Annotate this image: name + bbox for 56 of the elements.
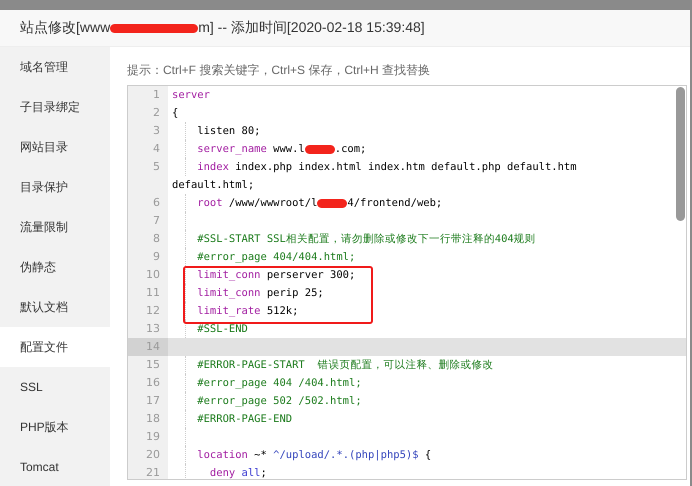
line-number: 17 <box>128 392 168 410</box>
sidebar-item[interactable]: 目录保护 <box>0 167 110 207</box>
line-number: 4 <box>128 140 168 158</box>
line-number: 14 <box>128 338 168 356</box>
sidebar-item[interactable]: 默认文档 <box>0 287 110 327</box>
code-line: #ERROR-PAGE-START 错误页配置，可以注释、删除或修改 <box>197 359 494 371</box>
line-number: 5 <box>128 158 168 194</box>
redaction-mark <box>304 144 335 154</box>
code-line: #error_page 404/404.html; <box>197 251 356 263</box>
line-number: 10 <box>128 266 168 284</box>
line-number: 20 <box>128 446 168 464</box>
code-line: limit_conn perip 25; <box>197 287 324 299</box>
line-number: 15 <box>128 356 168 374</box>
line-number: 9 <box>128 248 168 266</box>
line-number: 12 <box>128 302 168 320</box>
code-line: #error_page 502 /502.html; <box>197 395 362 407</box>
sidebar-item[interactable]: PHP版本 <box>0 407 110 447</box>
line-number: 1 <box>128 86 168 104</box>
scrollbar-thumb[interactable] <box>676 87 685 221</box>
line-number: 3 <box>128 122 168 140</box>
line-number: 11 <box>128 284 168 302</box>
code-line: #SSL-START SSL相关配置，请勿删除或修改下一行带注释的404规则 <box>197 233 536 245</box>
code-line: server_name www.l .com; <box>197 143 366 155</box>
code-line: #ERROR-PAGE-END <box>197 413 292 425</box>
line-number: 2 <box>128 104 168 122</box>
redaction-mark <box>317 198 348 208</box>
sidebar-item[interactable]: 域名管理 <box>0 47 110 87</box>
sidebar-item[interactable]: 配置文件 <box>0 327 110 367</box>
window-title: 站点修改[www m] -- 添加时间[2020-02-18 15:39:48] <box>20 19 425 37</box>
code-line: #error_page 404 /404.html; <box>197 377 362 389</box>
code-line: root /www/wwwroot/l 4/frontend/web; <box>197 197 442 209</box>
hint-text: 提示：Ctrl+F 搜索关键字，Ctrl+S 保存，Ctrl+H 查找替换 <box>127 62 432 79</box>
line-number: 18 <box>128 410 168 428</box>
code-editor[interactable] <box>127 85 687 480</box>
sidebar-item[interactable]: Tomcat <box>0 447 110 486</box>
line-number: 8 <box>128 230 168 248</box>
line-number: 16 <box>128 374 168 392</box>
code-line: location ~* ^/upload/.*.(php|php5)$ { <box>197 449 432 461</box>
sidebar-item[interactable]: SSL <box>0 367 110 407</box>
code-line: deny all; <box>210 467 267 479</box>
code-line: index index.php index.html index.htm default.php default.htm default.html; <box>172 161 578 191</box>
code-line: limit_conn perserver 300; <box>197 269 356 281</box>
code-line: { <box>172 107 178 119</box>
line-number: 7 <box>128 212 168 230</box>
sidebar-item[interactable]: 网站目录 <box>0 127 110 167</box>
line-number: 13 <box>128 320 168 338</box>
code-line: listen 80; <box>197 125 260 137</box>
sidebar-item[interactable]: 子目录绑定 <box>0 87 110 127</box>
sidebar-item[interactable]: 伪静态 <box>0 247 110 287</box>
line-number: 6 <box>128 194 168 212</box>
sidebar-item[interactable]: 流量限制 <box>0 207 110 247</box>
code-line: limit_rate 512k; <box>197 305 298 317</box>
line-number: 21 <box>128 464 168 479</box>
code-line: server <box>172 89 210 101</box>
line-number: 19 <box>128 428 168 446</box>
code-line: #SSL-END <box>197 323 248 335</box>
